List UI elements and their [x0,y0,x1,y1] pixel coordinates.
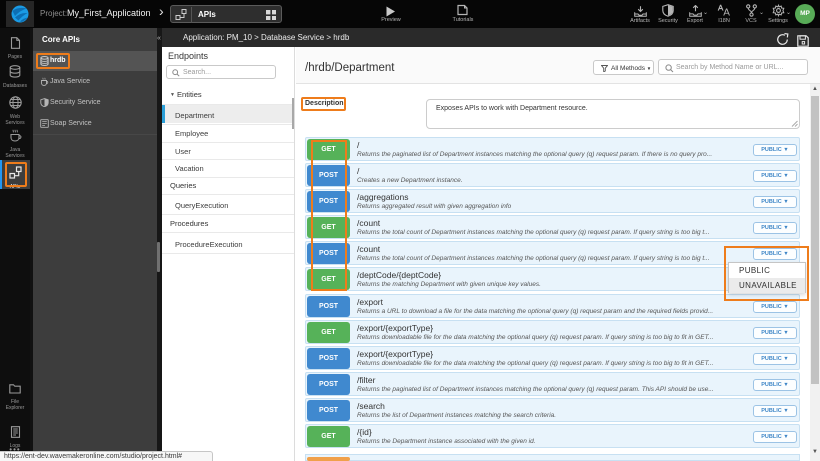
svg-text:A: A [723,8,730,18]
